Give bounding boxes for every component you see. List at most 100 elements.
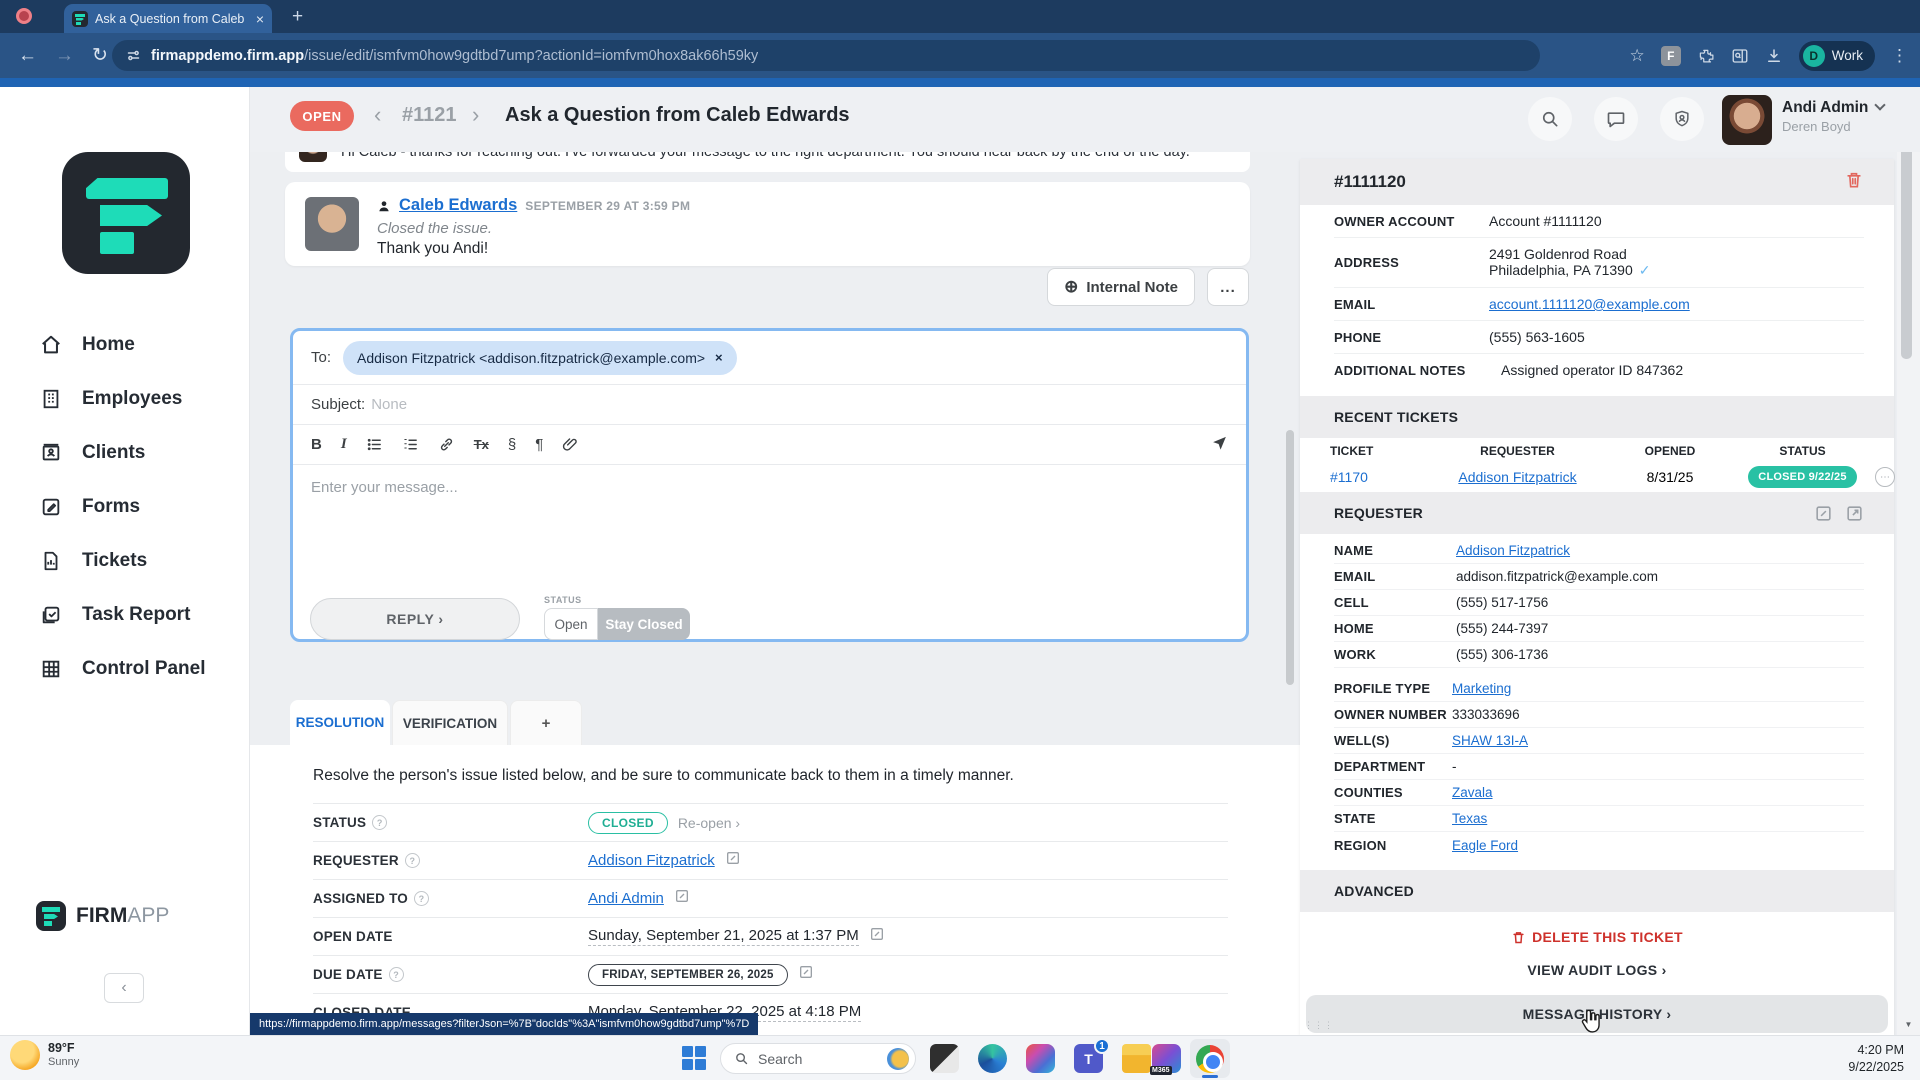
taskbar-search[interactable]: Search <box>720 1043 916 1074</box>
bold-button[interactable]: B <box>311 436 322 453</box>
requester-link[interactable]: Addison Fitzpatrick <box>588 852 715 869</box>
sidebar-item-tickets[interactable]: Tickets <box>0 534 250 588</box>
taskbar-weather[interactable]: 89°F Sunny <box>10 1040 79 1070</box>
search-icon <box>1540 109 1560 129</box>
edge-icon[interactable] <box>978 1044 1007 1073</box>
sidebar-item-home[interactable]: Home <box>0 318 250 372</box>
bookmark-star-icon[interactable]: ☆ <box>1629 46 1644 66</box>
internal-note-button[interactable]: ⊕ Internal Note <box>1047 268 1195 306</box>
pilcrow-button[interactable]: ¶ <box>535 436 543 453</box>
site-info-icon[interactable] <box>126 48 141 63</box>
browser-tab[interactable]: Ask a Question from Caleb Edw × <box>64 4 272 33</box>
sidebar-collapse-button[interactable]: ‹ <box>104 973 144 1003</box>
sidebar-item-clients[interactable]: Clients <box>0 426 250 480</box>
attachment-icon[interactable] <box>562 436 579 453</box>
person-badge-icon <box>377 199 391 213</box>
tab-close-icon[interactable]: × <box>256 11 264 27</box>
ticket-link[interactable]: #1170 <box>1330 469 1425 485</box>
downloads-icon[interactable] <box>1765 47 1783 65</box>
edit-icon[interactable] <box>869 926 885 947</box>
user-avatar[interactable] <box>1722 95 1772 145</box>
tab-verification[interactable]: VERIFICATION <box>392 700 508 745</box>
tab-add[interactable]: + <box>510 700 582 745</box>
admin-button[interactable] <box>1660 97 1704 141</box>
side-panel-search-icon[interactable] <box>1731 47 1749 65</box>
search-button[interactable] <box>1528 97 1572 141</box>
reply-button[interactable]: REPLY › <box>310 598 520 640</box>
copilot-icon[interactable] <box>1026 1044 1055 1073</box>
file-explorer-icon[interactable] <box>1122 1044 1151 1073</box>
help-icon[interactable]: ? <box>389 967 404 982</box>
windows-start-button[interactable] <box>682 1046 707 1071</box>
reload-icon[interactable]: ↻ <box>92 44 108 67</box>
subject-field[interactable]: Subject: None <box>293 385 1246 425</box>
browser-profile-button[interactable]: D Work <box>1799 41 1875 71</box>
teams-icon[interactable]: T 1 <box>1074 1044 1103 1073</box>
open-date-value[interactable]: Sunday, September 21, 2025 at 1:37 PM <box>588 927 859 946</box>
numbered-list-icon[interactable] <box>402 436 419 453</box>
edit-icon[interactable] <box>674 888 690 909</box>
back-icon[interactable]: ← <box>18 45 37 67</box>
profile-type-link[interactable]: Marketing <box>1452 681 1864 696</box>
browser-menu-icon[interactable]: ⋮ <box>1891 46 1908 66</box>
remove-recipient-icon[interactable]: × <box>715 350 723 365</box>
message-input[interactable]: Enter your message... <box>293 465 1246 595</box>
scroll-down-icon[interactable]: ▼ <box>1897 1020 1920 1029</box>
user-name[interactable]: Andi Admin <box>1782 99 1884 117</box>
more-options-button[interactable]: ... <box>1207 268 1249 306</box>
trash-icon <box>1511 930 1526 945</box>
url-bar[interactable]: firmappdemo.firm.app/issue/edit/ismfvm0h… <box>112 40 1540 71</box>
sidebar-item-employees[interactable]: Employees <box>0 372 250 426</box>
m365-copilot-icon[interactable]: M365 <box>1152 1044 1181 1073</box>
reopen-link[interactable]: Re-open › <box>678 815 740 831</box>
toggle-open[interactable]: Open <box>544 608 598 640</box>
trash-icon[interactable] <box>1844 170 1864 195</box>
requester-link[interactable]: Addison Fitzpatrick <box>1425 469 1610 485</box>
region-link[interactable]: Eagle Ford <box>1452 838 1864 853</box>
toggle-stay-closed[interactable]: Stay Closed <box>598 608 690 640</box>
sidebar-item-forms[interactable]: Forms <box>0 480 250 534</box>
county-link[interactable]: Zavala <box>1452 785 1864 800</box>
italic-button[interactable]: I <box>341 436 347 453</box>
paper-plane-icon[interactable] <box>1211 434 1228 451</box>
clear-format-button[interactable]: Tx <box>474 437 489 452</box>
content-scrollbar-thumb[interactable] <box>1286 430 1294 685</box>
message-author-link[interactable]: Caleb Edwards <box>399 196 517 215</box>
help-icon[interactable]: ? <box>372 815 387 830</box>
sidebar-item-control-panel[interactable]: Control Panel <box>0 642 250 696</box>
tab-resolution[interactable]: RESOLUTION <box>290 700 390 745</box>
delete-ticket-button[interactable]: DELETE THIS TICKET <box>1300 929 1894 945</box>
task-view-button[interactable] <box>930 1044 959 1073</box>
link-icon[interactable] <box>438 436 455 453</box>
taskbar-clock[interactable]: 4:20 PM 9/22/2025 <box>1848 1042 1904 1076</box>
next-ticket-icon[interactable]: › <box>472 101 479 129</box>
new-tab-button[interactable]: + <box>292 6 303 28</box>
chrome-taskbar-button[interactable] <box>1190 1039 1230 1078</box>
forward-icon[interactable]: → <box>55 45 74 67</box>
bullet-list-icon[interactable] <box>366 436 383 453</box>
help-icon[interactable]: ? <box>405 853 420 868</box>
row-more-icon[interactable]: ⋯ <box>1875 467 1895 487</box>
edit-requester-icon[interactable] <box>1814 504 1833 523</box>
well-link[interactable]: SHAW 13I-A <box>1452 733 1864 748</box>
messages-button[interactable] <box>1594 97 1638 141</box>
resize-handle-icon[interactable]: ⋮⋮⋮ <box>1304 1020 1334 1031</box>
extension-f-icon[interactable]: F <box>1661 46 1681 66</box>
page-scrollbar[interactable]: ▲ ▼ <box>1897 87 1920 1035</box>
edit-icon[interactable] <box>725 850 741 871</box>
prev-ticket-icon[interactable]: ‹ <box>374 101 381 129</box>
message-body: Thank you Andi! <box>377 240 488 258</box>
help-icon[interactable]: ? <box>414 891 429 906</box>
open-requester-icon[interactable] <box>1845 504 1864 523</box>
recipient-chip[interactable]: Addison Fitzpatrick <addison.fitzpatrick… <box>343 341 737 375</box>
edit-icon[interactable] <box>798 964 814 985</box>
due-date-pill[interactable]: FRIDAY, SEPTEMBER 26, 2025 <box>588 964 788 986</box>
view-audit-logs-button[interactable]: VIEW AUDIT LOGS › <box>1300 962 1894 978</box>
extensions-puzzle-icon[interactable] <box>1697 47 1715 65</box>
account-email-link[interactable]: account.1111120@example.com <box>1489 296 1864 312</box>
requester-name-link[interactable]: Addison Fitzpatrick <box>1456 543 1864 558</box>
section-button[interactable]: § <box>508 436 516 453</box>
assignee-link[interactable]: Andi Admin <box>588 890 664 907</box>
state-link[interactable]: Texas <box>1452 811 1864 826</box>
sidebar-item-task-report[interactable]: Task Report <box>0 588 250 642</box>
